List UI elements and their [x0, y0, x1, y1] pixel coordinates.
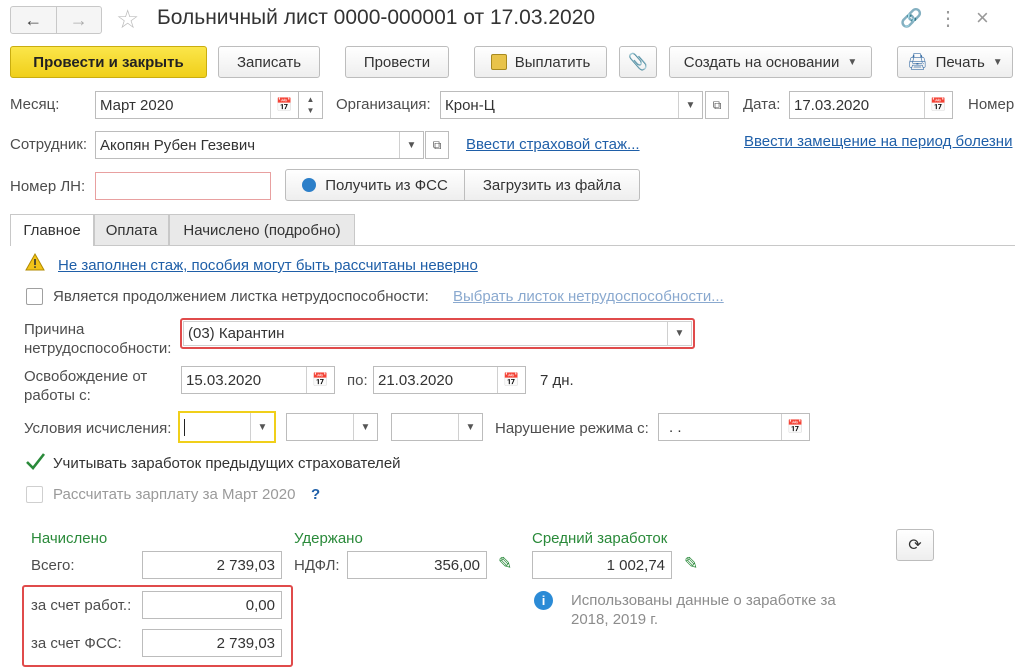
date-field[interactable]: 17.03.2020 📅	[789, 91, 953, 119]
calendar-icon[interactable]: 📅	[270, 92, 298, 118]
warning-link[interactable]: Не заполнен стаж, пособия могут быть рас…	[58, 257, 478, 274]
tab-accrued-detail[interactable]: Начислено (подробно)	[169, 214, 355, 245]
employee-field[interactable]: Акопян Рубен Гезевич ▼	[95, 131, 424, 159]
help-icon[interactable]: ?	[311, 486, 320, 503]
reason-label: Причина нетрудоспособности:	[24, 321, 172, 357]
info-icon: i	[534, 591, 553, 610]
date-label: Дата:	[743, 96, 781, 113]
print-button[interactable]: 🖨 Печать ▼	[897, 46, 1013, 78]
paperclip-icon: 📎	[628, 54, 648, 71]
employee-label: Сотрудник:	[10, 136, 88, 153]
refresh-icon: ⟳	[908, 537, 922, 554]
calendar-icon[interactable]: 📅	[924, 92, 952, 118]
text-cursor	[184, 418, 185, 436]
release-label: Освобождение от работы с:	[24, 368, 148, 404]
avg-earnings-value: 1 002,74	[532, 551, 672, 579]
org-label: Организация:	[336, 96, 431, 113]
close-icon[interactable]: ×	[976, 5, 989, 31]
fss-label: за счет ФСС:	[31, 635, 122, 652]
pay-icon	[490, 54, 507, 70]
refresh-button[interactable]: ⟳	[896, 529, 934, 561]
info-text: Использованы данные о заработке за 2018,…	[571, 592, 836, 628]
ndfl-label: НДФЛ:	[294, 557, 340, 574]
attach-button[interactable]: 📎	[619, 46, 657, 78]
calendar-icon[interactable]: 📅	[306, 367, 334, 393]
post-and-close-button[interactable]: Провести и закрыть	[10, 46, 207, 78]
calendar-icon[interactable]: 📅	[497, 367, 525, 393]
employer-value: 0,00	[142, 591, 282, 619]
prev-earnings-checkbox[interactable]	[24, 451, 46, 473]
ln-number-label: Номер ЛН:	[10, 178, 86, 195]
total-value: 2 739,03	[142, 551, 282, 579]
month-label: Месяц:	[10, 96, 60, 113]
fss-value: 2 739,03	[142, 629, 282, 657]
fss-icon	[302, 178, 317, 192]
create-based-button[interactable]: Создать на основании ▼	[669, 46, 872, 78]
chevron-down-icon: ▼	[992, 56, 1003, 68]
month-field[interactable]: Март 2020 📅	[95, 91, 299, 119]
warning-icon	[25, 252, 45, 272]
load-from-file-button[interactable]: Загрузить из файла	[464, 169, 640, 201]
reason-field[interactable]: (03) Карантин ▼	[183, 321, 692, 346]
month-stepper[interactable]: ▲ ▼	[299, 91, 323, 119]
calendar-icon[interactable]: 📅	[781, 414, 809, 440]
tabs-baseline	[10, 245, 1015, 246]
condition-2-field[interactable]: ▼	[286, 413, 378, 441]
back-button[interactable]: ←	[11, 7, 57, 33]
avg-earnings-title: Средний заработок	[532, 530, 668, 547]
open-employee-button[interactable]: ⧉	[425, 131, 449, 159]
condition-3-field[interactable]: ▼	[391, 413, 483, 441]
ndfl-value: 356,00	[347, 551, 487, 579]
calc-salary-checkbox[interactable]	[26, 486, 43, 503]
ln-number-field[interactable]	[95, 172, 271, 200]
printer-icon: 🖨	[907, 54, 928, 71]
forward-button[interactable]: →	[57, 7, 102, 33]
get-from-fss-button[interactable]: Получить из ФСС	[285, 169, 465, 201]
insurance-experience-link[interactable]: Ввести страховой стаж...	[466, 136, 640, 153]
prev-earnings-label: Учитывать заработок предыдущих страховат…	[53, 455, 401, 472]
link-icon[interactable]: 🔗	[900, 8, 922, 29]
condition-1-field[interactable]: ▼	[178, 411, 276, 443]
favorite-star-icon[interactable]: ☆	[116, 4, 139, 35]
continuation-checkbox[interactable]	[26, 288, 43, 305]
calc-salary-label: Рассчитать зарплату за Март 2020	[53, 486, 296, 503]
org-field[interactable]: Крон-Ц ▼	[440, 91, 703, 119]
chevron-down-icon[interactable]: ▼	[678, 92, 702, 118]
to-label: по:	[347, 372, 368, 389]
chevron-down-icon[interactable]: ▼	[458, 414, 482, 440]
withheld-title: Удержано	[294, 530, 363, 547]
edit-ndfl-pencil-icon[interactable]: ✎	[498, 554, 512, 574]
violation-label: Нарушение режима с:	[495, 420, 649, 437]
replacement-link[interactable]: Ввести замещение на период болезни	[744, 133, 1012, 150]
release-from-field[interactable]: 15.03.2020 📅	[181, 366, 335, 394]
post-button[interactable]: Провести	[345, 46, 449, 78]
days-count: 7 дн.	[540, 372, 574, 389]
nav-buttons: ← →	[10, 6, 102, 34]
save-button[interactable]: Записать	[218, 46, 320, 78]
chevron-down-icon[interactable]: ▼	[353, 414, 377, 440]
conditions-label: Условия исчисления:	[24, 420, 172, 437]
window-title: Больничный лист 0000-000001 от 17.03.202…	[157, 6, 596, 29]
chevron-down-icon[interactable]: ▼	[399, 132, 423, 158]
tab-payment[interactable]: Оплата	[94, 214, 169, 245]
continuation-label: Является продолжением листка нетрудоспос…	[53, 288, 429, 305]
total-label: Всего:	[31, 557, 75, 574]
chevron-down-icon[interactable]: ▼	[667, 322, 691, 345]
more-icon[interactable]: ⋮	[938, 6, 958, 31]
pay-button[interactable]: Выплатить	[474, 46, 607, 78]
chevron-down-icon: ▼	[847, 56, 858, 68]
release-to-field[interactable]: 21.03.2020 📅	[373, 366, 526, 394]
employer-label: за счет работ.:	[31, 597, 132, 614]
chevron-down-icon[interactable]: ▼	[250, 413, 274, 441]
open-org-button[interactable]: ⧉	[705, 91, 729, 119]
accrued-title: Начислено	[31, 530, 108, 547]
edit-avg-pencil-icon[interactable]: ✎	[684, 554, 698, 574]
number-label: Номер	[968, 96, 1015, 113]
tab-main[interactable]: Главное	[10, 214, 94, 246]
violation-date-field[interactable]: . . 📅	[658, 413, 810, 441]
select-sick-leave-link[interactable]: Выбрать листок нетрудоспособности...	[453, 288, 724, 305]
